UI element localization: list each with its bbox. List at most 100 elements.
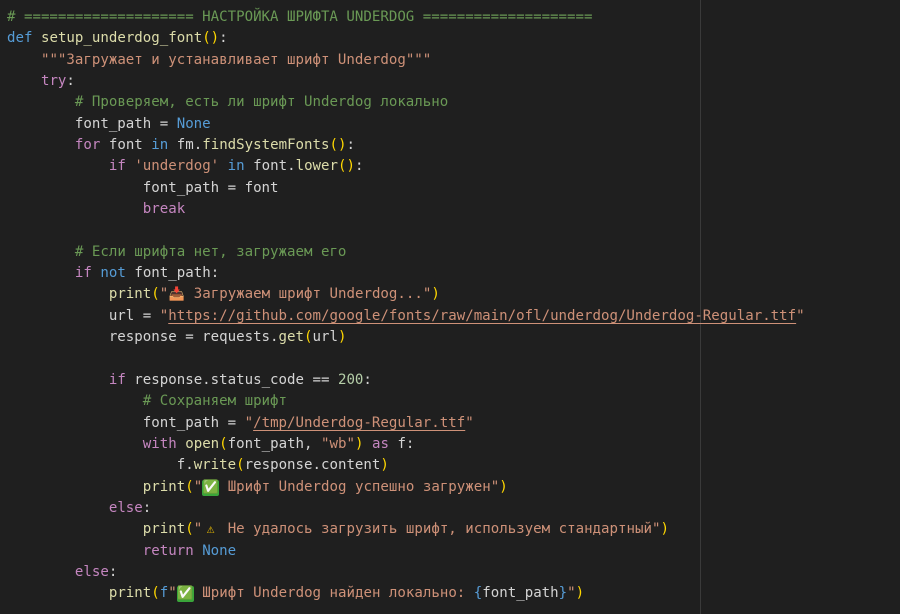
token-code-text [363,436,372,452]
token-function-name: print [142,478,186,495]
token-code-text [7,73,41,89]
token-code-text [7,436,143,452]
token-string: Не удалось загрузить шрифт, используем с… [219,521,661,538]
token-code-text: font_path = font [7,179,279,196]
token-code-text [7,372,109,388]
code-line[interactable]: if not font_path: [7,263,805,284]
code-line[interactable]: font_path = "/tmp/Underdog-Regular.ttf" [7,413,805,434]
token-bracket: ) [337,329,347,346]
code-line[interactable]: print(" ⚠ Не удалось загрузить шрифт, исп… [7,519,805,540]
token-code-text [7,543,143,559]
token-string: Шрифт Underdog успешно загружен" [219,478,500,495]
code-line[interactable]: def setup_underdog_font(): [7,28,805,49]
token-code-text [7,585,109,601]
code-line[interactable]: url = "https://github.com/google/fonts/r… [7,306,805,327]
token-keyword: def [7,30,33,47]
token-bracket: ) [660,521,669,538]
token-code-text [7,286,109,302]
warning-icon: ⚠ [206,522,215,538]
token-bracket: ( [185,478,194,495]
token-bracket: ) [499,478,508,495]
token-function-name: write [193,457,237,474]
token-code-text [219,158,228,174]
token-string: " [159,307,169,324]
code-line[interactable]: """Загружает и устанавливает шрифт Under… [7,50,805,71]
token-code-text: : [108,563,118,580]
token-code-text: : [142,499,152,516]
token-code-text: font_path = [7,115,177,132]
token-string: " [193,478,203,495]
token-bracket: ( [151,286,160,303]
code-line[interactable]: print("✅ Шрифт Underdog успешно загружен… [7,477,805,498]
code-line[interactable]: # Проверяем, есть ли шрифт Underdog лока… [7,92,805,113]
token-control-keyword: as [371,435,389,452]
token-control-keyword: else [108,499,143,516]
token-code-text: : [355,158,364,175]
token-code-text: font_path: [125,265,220,282]
token-string-link[interactable]: https://github.com/google/fonts/raw/main… [168,308,796,324]
check-mark-icon: ✅ [202,479,220,496]
token-bracket: ) [575,585,585,602]
token-bracket: () [329,137,347,154]
token-number: 200 [337,371,364,388]
token-code-text [7,94,75,110]
token-code-text [7,201,143,217]
code-line[interactable] [7,349,805,370]
code-line[interactable]: try: [7,71,805,92]
code-line[interactable]: else: [7,498,805,519]
token-bracket: ( [151,585,160,602]
code-line[interactable]: print("📥 Загружаем шрифт Underdog...") [7,284,805,305]
token-string: Загружаем шрифт Underdog..." [185,286,432,303]
token-code-text [7,158,109,174]
token-code-text [177,436,186,452]
code-line[interactable]: f.write(response.content) [7,455,805,476]
token-code-text [7,500,109,516]
token-bracket: ( [304,329,313,346]
token-control-keyword: try [40,73,67,90]
token-code-text: response.status_code == [125,371,338,388]
token-code-text [7,52,41,68]
token-code-text [194,543,203,559]
token-keyword: in [227,158,245,175]
token-control-keyword: if [108,371,126,388]
token-keyword: None [202,542,237,559]
token-function-name: findSystemFonts [202,137,330,154]
code-line[interactable]: # Сохраняем шрифт [7,391,805,412]
token-function-name: setup_underdog_font [40,30,203,47]
token-function-name: print [108,286,152,303]
token-control-keyword: break [142,201,186,218]
code-line[interactable]: # Если шрифта нет, загружаем его [7,242,805,263]
code-line[interactable]: else: [7,562,805,583]
token-string: "wb" [321,435,355,452]
code-line[interactable]: with open(font_path, "wb") as f: [7,434,805,455]
code-line[interactable]: font_path = font [7,178,805,199]
code-line[interactable]: response = requests.get(url) [7,327,805,348]
token-string: " [159,286,169,303]
code-line[interactable]: for font in fm.findSystemFonts(): [7,135,805,156]
token-code-text: response.content [244,457,381,474]
token-code-text: : [363,371,372,388]
token-string: """Загружает и устанавливает шрифт Under… [40,51,432,68]
code-line[interactable] [7,220,805,241]
token-string: " [168,585,177,602]
code-line[interactable]: return None [7,541,805,562]
token-code-text: f. [7,457,194,474]
token-code-text: font_path [482,585,559,602]
token-bracket: () [202,30,220,47]
code-line[interactable]: if response.status_code == 200: [7,370,805,391]
code-editor[interactable]: # ==================== НАСТРОЙКА ШРИФТА … [7,7,805,605]
token-string: Шрифт Underdog найден локально: [193,585,474,602]
code-line[interactable]: font_path = None [7,114,805,135]
code-line[interactable]: if 'underdog' in font.lower(): [7,156,805,177]
token-comment: # Если шрифта нет, загружаем его [74,243,347,260]
code-line[interactable]: print(f"✅ Шрифт Underdog найден локально… [7,583,805,604]
check-mark-icon: ✅ [176,586,194,603]
token-string-link[interactable]: /tmp/Underdog-Regular.ttf [253,415,465,431]
token-bracket: ( [219,435,228,452]
token-function-name: get [278,329,304,346]
token-keyword: None [176,115,211,132]
code-line[interactable]: # ==================== НАСТРОЙКА ШРИФТА … [7,7,805,28]
token-code-text [7,479,143,495]
token-code-text: url = [7,307,160,324]
code-line[interactable]: break [7,199,805,220]
